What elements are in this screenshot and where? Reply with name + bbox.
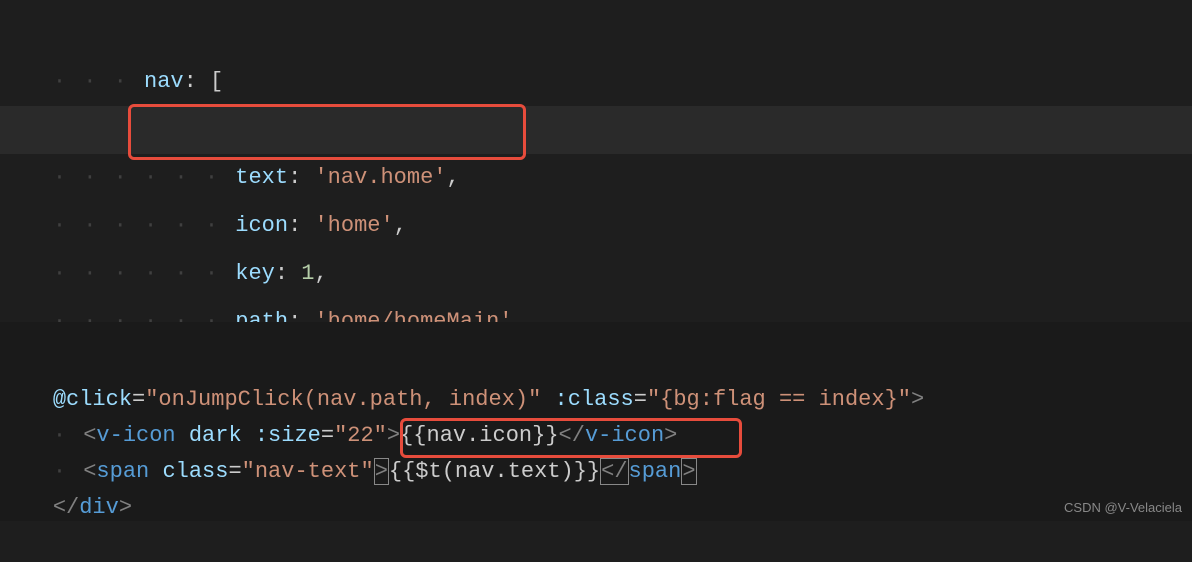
code-line-highlighted: · · · · · · text: 'nav.home', — [0, 106, 1192, 154]
gt: > — [119, 495, 132, 520]
code-line: · · · · · · path: 'home/homeMain' — [0, 250, 1192, 298]
code-line: @click="onJumpClick(nav.path, index)" :c… — [0, 346, 1192, 382]
watermark: CSDN @V-Velaciela — [1064, 500, 1182, 515]
code-line: · <span class="nav-text">{{$t(nav.text)}… — [0, 418, 1192, 454]
tag-name: div — [79, 495, 119, 520]
code-line: · · · · · · icon: 'home', — [0, 154, 1192, 202]
code-editor-bottom: @click="onJumpClick(nav.path, index)" :c… — [0, 322, 1192, 521]
code-line: · <v-icon dark :size="22">{{nav.icon}}</… — [0, 382, 1192, 418]
code-line: · · · nav: [ — [0, 10, 1192, 58]
code-line: · · · · · · key: 1, — [0, 202, 1192, 250]
close-tag-open: </ — [53, 495, 79, 520]
code-line: · · · · · { — [0, 58, 1192, 106]
code-editor-top: · · · nav: [ · · · · · { · · · · · · tex… — [0, 0, 1192, 322]
code-line: </div> — [0, 454, 1192, 490]
